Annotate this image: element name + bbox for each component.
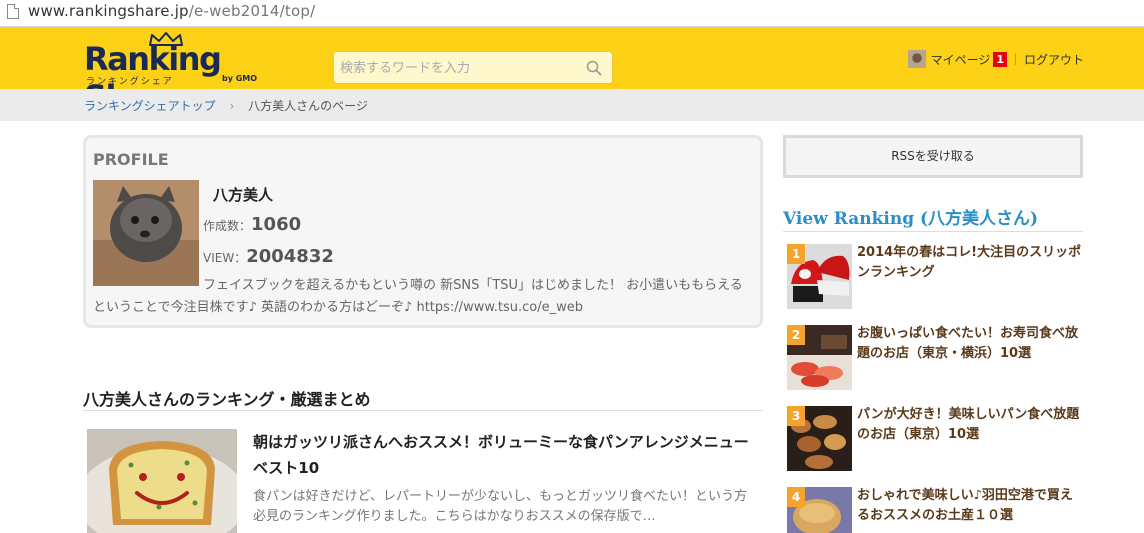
user-nav: マイページ 1 ログアウト [907,49,1084,69]
ranking-item[interactable]: 2 お腹いっぱい食べたい！お寿司食べ放題のお店（東京・横浜）10選 [787,321,1083,391]
profile-description: フェイスブックを超えるかもという噂の 新SNS「TSU」はじめました！ お小遣い… [93,278,743,315]
site-logo[interactable]: RankingShare ランキングシェア by GMO [84,32,266,116]
logo-subtitle: ランキングシェア [86,77,174,87]
ranking-item[interactable]: 1 2014年の春はコレ!大注目のスリッポンランキング [787,240,1083,310]
nav-divider [1014,53,1016,65]
browser-address-bar[interactable]: www.rankingshare.jp/e-web2014/top/ [0,0,1144,27]
breadcrumb-separator: › [229,99,235,113]
profile-name: 八方美人 [213,186,274,204]
search-icon[interactable] [586,60,602,76]
avatar[interactable] [907,50,926,68]
rank-badge: 4 [787,487,805,507]
created-label: 作成数： [203,219,252,233]
view-value: 2004832 [246,246,334,267]
view-ranking-title: View Ranking (八方美人さん) [783,204,1083,232]
url-host: www.rankingshare.jp [28,2,189,20]
entry-thumbnail[interactable] [87,429,237,533]
created-count: 作成数：1060 [203,214,301,235]
url-text[interactable]: www.rankingshare.jp/e-web2014/top/ [28,2,315,20]
ranking-item[interactable]: 3 パンが大好き！美味しいパン食べ放題のお店（東京）10選 [787,402,1083,472]
search-input[interactable] [340,58,580,78]
logo-gmo: by GMO [222,74,258,83]
created-value: 1060 [251,214,302,235]
ranking-title-link[interactable]: 2014年の春はコレ!大注目のスリッポンランキング [857,243,1083,283]
url-path: /e-web2014/top/ [188,2,316,20]
profile-photo [93,180,199,286]
profile-card: PROFILE 八方美人 作成数：1060 VIEW：2004832 フェイスブ… [83,135,763,328]
rank-badge: 3 [787,406,805,426]
notification-badge[interactable]: 1 [993,51,1007,67]
ranking-title-link[interactable]: お腹いっぱい食べたい！お寿司食べ放題のお店（東京・横浜）10選 [857,324,1083,364]
logout-link[interactable]: ログアウト [1024,51,1084,68]
breadcrumb-home-link[interactable]: ランキングシェアトップ [84,99,216,113]
entry-title-link[interactable]: 朝はガッツリ派さんへおススメ！ボリューミーな食パンアレンジメニューベスト10 [253,429,753,481]
logo-word-ranking: Ranking [84,40,222,78]
breadcrumb: ランキングシェアトップ › 八方美人さんのページ [0,89,1144,121]
page-icon [7,4,19,19]
ranking-entry[interactable]: 朝はガッツリ派さんへおススメ！ボリューミーな食パンアレンジメニューベスト10 食… [83,428,763,533]
view-label: VIEW： [203,251,247,265]
mypage-link[interactable]: マイページ [931,51,991,68]
rank-badge: 1 [787,244,805,264]
rankings-section-title: 八方美人さんのランキング・厳選まとめ [83,386,763,411]
rss-button[interactable]: RSSを受け取る [783,135,1083,178]
ranking-title-link[interactable]: パンが大好き！美味しいパン食べ放題のお店（東京）10選 [857,405,1083,445]
breadcrumb-current: 八方美人さんのページ [248,99,368,113]
entry-description: 食パンは好きだけど、レパートリーが少ないし、もっとガッツリ食べたい！という方必見… [253,489,748,524]
search-box [333,51,613,84]
ranking-title-link[interactable]: おしゃれで美味しい♪羽田空港で買えるおススメのお土産１０選 [857,486,1083,526]
view-count: VIEW：2004832 [203,246,334,267]
rank-badge: 2 [787,325,805,345]
ranking-item[interactable]: 4 おしゃれで美味しい♪羽田空港で買えるおススメのお土産１０選 [787,483,1083,533]
profile-title: PROFILE [93,150,169,169]
